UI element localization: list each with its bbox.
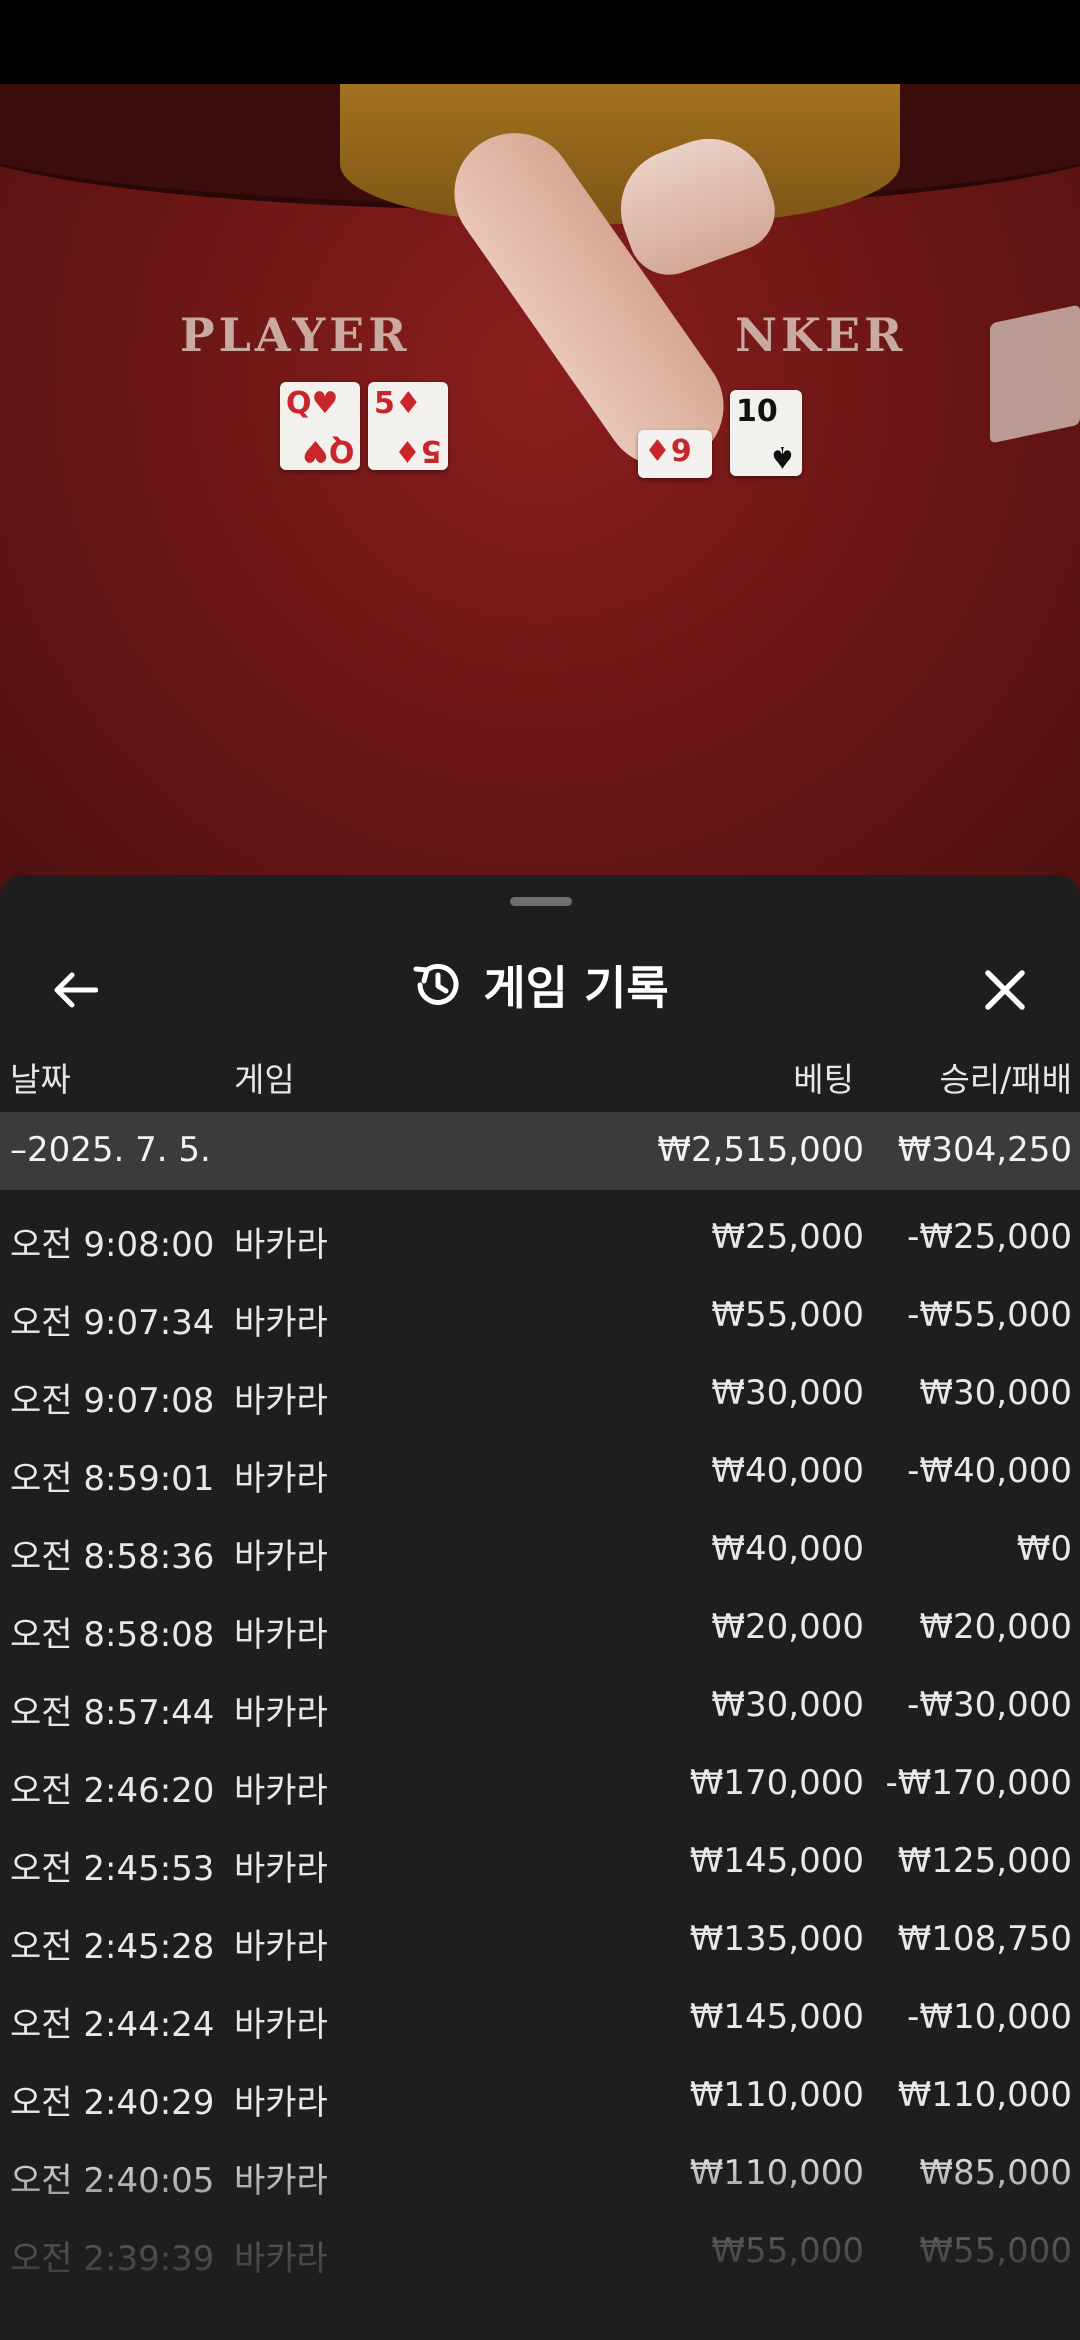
sheet-title-group: 게임 기록	[0, 935, 1080, 1035]
date-group-label: –2025. 7. 5.	[10, 1130, 211, 1170]
row-game: 바카라	[234, 1693, 328, 1733]
table-row[interactable]: 오전 9:07:34 바카라 ₩55,000 -₩55,000	[0, 1275, 1080, 1353]
row-result: -₩10,000	[907, 1997, 1072, 2037]
row-time: 오전 9:07:34	[10, 1303, 215, 1343]
row-game: 바카라	[234, 1615, 328, 1655]
player-card-1: Q♥ Q♥	[280, 382, 360, 470]
row-game: 바카라	[234, 2161, 328, 2201]
column-header-game: 게임	[234, 1060, 295, 1099]
date-group-bet-total: ₩2,515,000	[657, 1130, 864, 1170]
row-bet: ₩25,000	[711, 1217, 864, 1257]
row-bet: ₩145,000	[689, 1997, 864, 2037]
row-bet: ₩110,000	[689, 2153, 864, 2193]
date-group-row[interactable]: –2025. 7. 5. ₩2,515,000 ₩304,250	[0, 1112, 1080, 1190]
row-time: 오전 2:46:20	[10, 1771, 215, 1811]
row-time: 오전 2:45:28	[10, 1927, 215, 1967]
row-bet: ₩30,000	[711, 1685, 864, 1725]
row-time: 오전 8:57:44	[10, 1693, 215, 1733]
table-row[interactable]: 오전 8:58:36 바카라 ₩40,000 ₩0	[0, 1509, 1080, 1587]
row-game: 바카라	[234, 1927, 328, 1967]
sheet-title: 게임 기록	[483, 961, 669, 1015]
status-bar	[0, 0, 1080, 84]
row-bet: ₩40,000	[711, 1451, 864, 1491]
table-row[interactable]: 오전 9:08:00 바카라 ₩25,000 -₩25,000	[0, 1197, 1080, 1275]
row-bet: ₩170,000	[689, 1763, 864, 1803]
table-row[interactable]: 오전 2:44:24 바카라 ₩145,000 -₩10,000	[0, 1977, 1080, 2055]
column-header-bet: 베팅	[793, 1060, 854, 1099]
row-time: 오전 8:58:36	[10, 1537, 215, 1577]
row-time: 오전 9:07:08	[10, 1381, 215, 1421]
history-icon	[413, 963, 459, 1005]
row-result: ₩30,000	[919, 1373, 1072, 1413]
row-result: -₩30,000	[907, 1685, 1072, 1725]
table-row[interactable]: 오전 8:57:44 바카라 ₩30,000 -₩30,000	[0, 1665, 1080, 1743]
banker-card-2: 10 ♠	[730, 390, 802, 476]
history-list: 오전 9:08:00 바카라 ₩25,000 -₩25,000 오전 9:07:34 바카…	[0, 1197, 1080, 2289]
table-row[interactable]: 오전 8:58:08 바카라 ₩20,000 ₩20,000	[0, 1587, 1080, 1665]
row-time: 오전 2:39:39	[10, 2239, 215, 2279]
table-row[interactable]: 오전 2:46:20 바카라 ₩170,000 -₩170,000	[0, 1743, 1080, 1821]
column-header-date: 날짜	[10, 1060, 71, 1099]
table-row[interactable]: 오전 2:40:05 바카라 ₩110,000 ₩85,000	[0, 2133, 1080, 2211]
banker-card-1: ♦9	[638, 430, 712, 478]
banker-zone-label: NKER	[735, 308, 907, 362]
row-result: ₩0	[1016, 1529, 1072, 1569]
row-bet: ₩30,000	[711, 1373, 864, 1413]
row-result: -₩40,000	[907, 1451, 1072, 1491]
row-game: 바카라	[234, 2239, 328, 2279]
table-row[interactable]: 오전 2:39:39 바카라 ₩55,000 ₩55,000	[0, 2211, 1080, 2289]
table-row[interactable]: 오전 9:07:08 바카라 ₩30,000 ₩30,000	[0, 1353, 1080, 1431]
row-time: 오전 8:59:01	[10, 1459, 215, 1499]
row-result: -₩170,000	[885, 1763, 1073, 1803]
row-game: 바카라	[234, 2083, 328, 2123]
sheet-header: 게임 기록	[0, 935, 1080, 1035]
date-group-result-total: ₩304,250	[897, 1130, 1072, 1170]
sheet-grab-handle[interactable]	[510, 897, 572, 906]
row-game: 바카라	[234, 1381, 328, 1421]
row-bet: ₩20,000	[711, 1607, 864, 1647]
game-history-sheet: 게임 기록 날짜 게임 베팅 승리/패배 –2025. 7. 5. ₩2,515…	[0, 875, 1080, 2340]
close-icon	[985, 970, 1025, 1010]
row-game: 바카라	[234, 1537, 328, 1577]
row-bet: ₩135,000	[689, 1919, 864, 1959]
row-game: 바카라	[234, 1849, 328, 1889]
row-bet: ₩145,000	[689, 1841, 864, 1881]
table-row[interactable]: 오전 2:45:53 바카라 ₩145,000 ₩125,000	[0, 1821, 1080, 1899]
row-game: 바카라	[234, 1303, 328, 1343]
row-game: 바카라	[234, 1771, 328, 1811]
row-bet: ₩110,000	[689, 2075, 864, 2115]
close-button[interactable]	[970, 955, 1040, 1025]
column-header-result: 승리/패배	[939, 1060, 1072, 1099]
row-result: ₩55,000	[919, 2231, 1072, 2271]
column-headers: 날짜 게임 베팅 승리/패배	[0, 1045, 1080, 1105]
table-row[interactable]: 오전 2:45:28 바카라 ₩135,000 ₩108,750	[0, 1899, 1080, 1977]
row-time: 오전 2:45:53	[10, 1849, 215, 1889]
player-card-2: 5♦ 5♦	[368, 382, 448, 470]
row-time: 오전 2:40:29	[10, 2083, 215, 2123]
card-shoe	[990, 304, 1080, 444]
row-result: -₩55,000	[907, 1295, 1072, 1335]
row-time: 오전 2:44:24	[10, 2005, 215, 2045]
row-bet: ₩40,000	[711, 1529, 864, 1569]
row-bet: ₩55,000	[711, 2231, 864, 2271]
row-result: -₩25,000	[907, 1217, 1072, 1257]
row-game: 바카라	[234, 2005, 328, 2045]
row-game: 바카라	[234, 1225, 328, 1265]
row-game: 바카라	[234, 1459, 328, 1499]
row-time: 오전 2:40:05	[10, 2161, 215, 2201]
player-zone-label: PLAYER	[180, 308, 411, 362]
row-result: ₩110,000	[897, 2075, 1072, 2115]
row-time: 오전 9:08:00	[10, 1225, 215, 1265]
row-result: ₩108,750	[897, 1919, 1072, 1959]
row-result: ₩20,000	[919, 1607, 1072, 1647]
row-result: ₩85,000	[919, 2153, 1072, 2193]
table-row[interactable]: 오전 8:59:01 바카라 ₩40,000 -₩40,000	[0, 1431, 1080, 1509]
row-time: 오전 8:58:08	[10, 1615, 215, 1655]
table-row[interactable]: 오전 2:40:29 바카라 ₩110,000 ₩110,000	[0, 2055, 1080, 2133]
live-baccarat-video: PLAYER NKER Q♥ Q♥ 5♦ 5♦ ♦9 10 ♠	[0, 84, 1080, 920]
row-bet: ₩55,000	[711, 1295, 864, 1335]
row-result: ₩125,000	[897, 1841, 1072, 1881]
